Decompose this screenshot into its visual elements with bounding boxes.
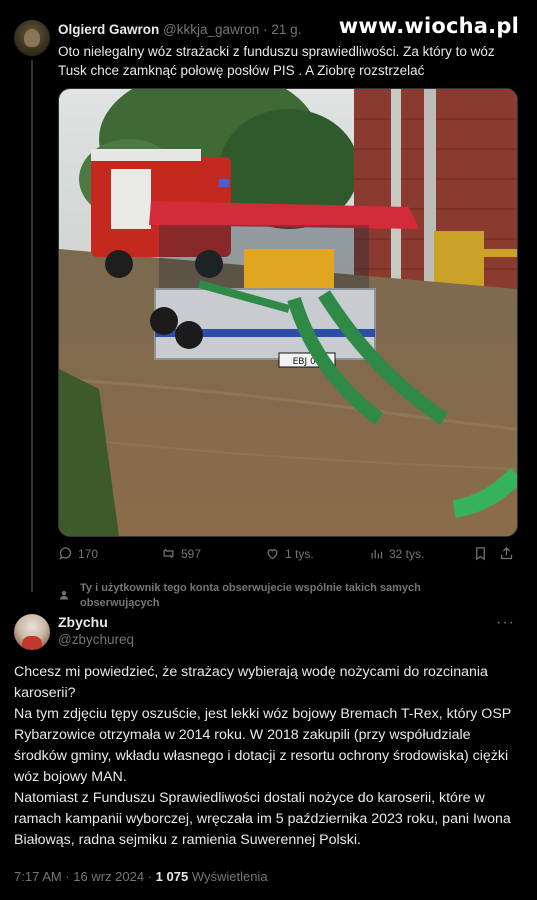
like-count: 1 tys. bbox=[285, 546, 314, 561]
more-options-button[interactable]: ··· bbox=[496, 614, 515, 632]
views-icon bbox=[371, 549, 383, 559]
separator: · bbox=[263, 22, 268, 37]
tweet-actions: 170 597 1 tys. 32 tys. bbox=[58, 546, 516, 566]
views-button[interactable]: 32 tys. bbox=[369, 546, 424, 561]
bookmark-icon bbox=[476, 547, 485, 561]
avatar[interactable] bbox=[14, 20, 50, 56]
tweet-paragraph: Natomiast z Funduszu Sprawiedliwości dos… bbox=[14, 790, 511, 848]
author-handle[interactable]: @zbychureq bbox=[58, 632, 134, 647]
flood-photo-illustration: EBJ 04 bbox=[59, 89, 517, 536]
tweet-paragraph: Na tym zdjęciu tępy oszuście, jest lekki… bbox=[14, 706, 512, 785]
tweet-text: Oto nielegalny wóz strażacki z funduszu … bbox=[58, 44, 495, 78]
views-count: 1 075 bbox=[155, 869, 189, 884]
follow-icon bbox=[60, 591, 68, 600]
reply-count: 170 bbox=[78, 546, 99, 561]
tweet-text: Chcesz mi powiedzieć, że strażacy wybier… bbox=[14, 662, 514, 851]
tweet-timestamp[interactable]: 7:17 AM · 16 wrz 2024 · bbox=[14, 869, 152, 884]
repost-count: 597 bbox=[181, 546, 202, 561]
tweet-photo[interactable]: EBJ 04 bbox=[58, 88, 518, 537]
share-button[interactable] bbox=[499, 546, 514, 561]
tweet-time[interactable]: 21 g. bbox=[271, 22, 301, 37]
views-label: Wyświetlenia bbox=[191, 869, 268, 884]
avatar[interactable] bbox=[14, 614, 50, 650]
author-handle[interactable]: @kkkja_gawron bbox=[163, 22, 259, 37]
mutual-followers-note: Ty i użytkownik tego konta obserwujecie … bbox=[80, 582, 421, 609]
share-icon bbox=[500, 546, 513, 560]
repost-button[interactable]: 597 bbox=[161, 546, 201, 561]
reply-button[interactable]: 170 bbox=[58, 546, 98, 561]
like-button[interactable]: 1 tys. bbox=[265, 546, 314, 561]
views-count: 32 tys. bbox=[389, 546, 425, 561]
author-name[interactable]: Olgierd Gawron bbox=[58, 22, 159, 37]
thread-line bbox=[31, 60, 33, 592]
tweet-meta: 7:17 AM · 16 wrz 2024 · 1 075 Wyświetlen… bbox=[14, 869, 268, 884]
bookmark-button[interactable] bbox=[473, 546, 488, 561]
like-icon bbox=[267, 549, 278, 560]
author-name[interactable]: Zbychu bbox=[58, 614, 108, 630]
tweet-paragraph: Chcesz mi powiedzieć, że strażacy wybier… bbox=[14, 664, 488, 701]
repost-icon bbox=[163, 548, 174, 559]
watermark: www.wiocha.pl bbox=[338, 14, 519, 38]
tweet-header: Olgierd Gawron @kkkja_gawron · 21 g. bbox=[58, 22, 301, 37]
reply-icon bbox=[59, 547, 72, 560]
